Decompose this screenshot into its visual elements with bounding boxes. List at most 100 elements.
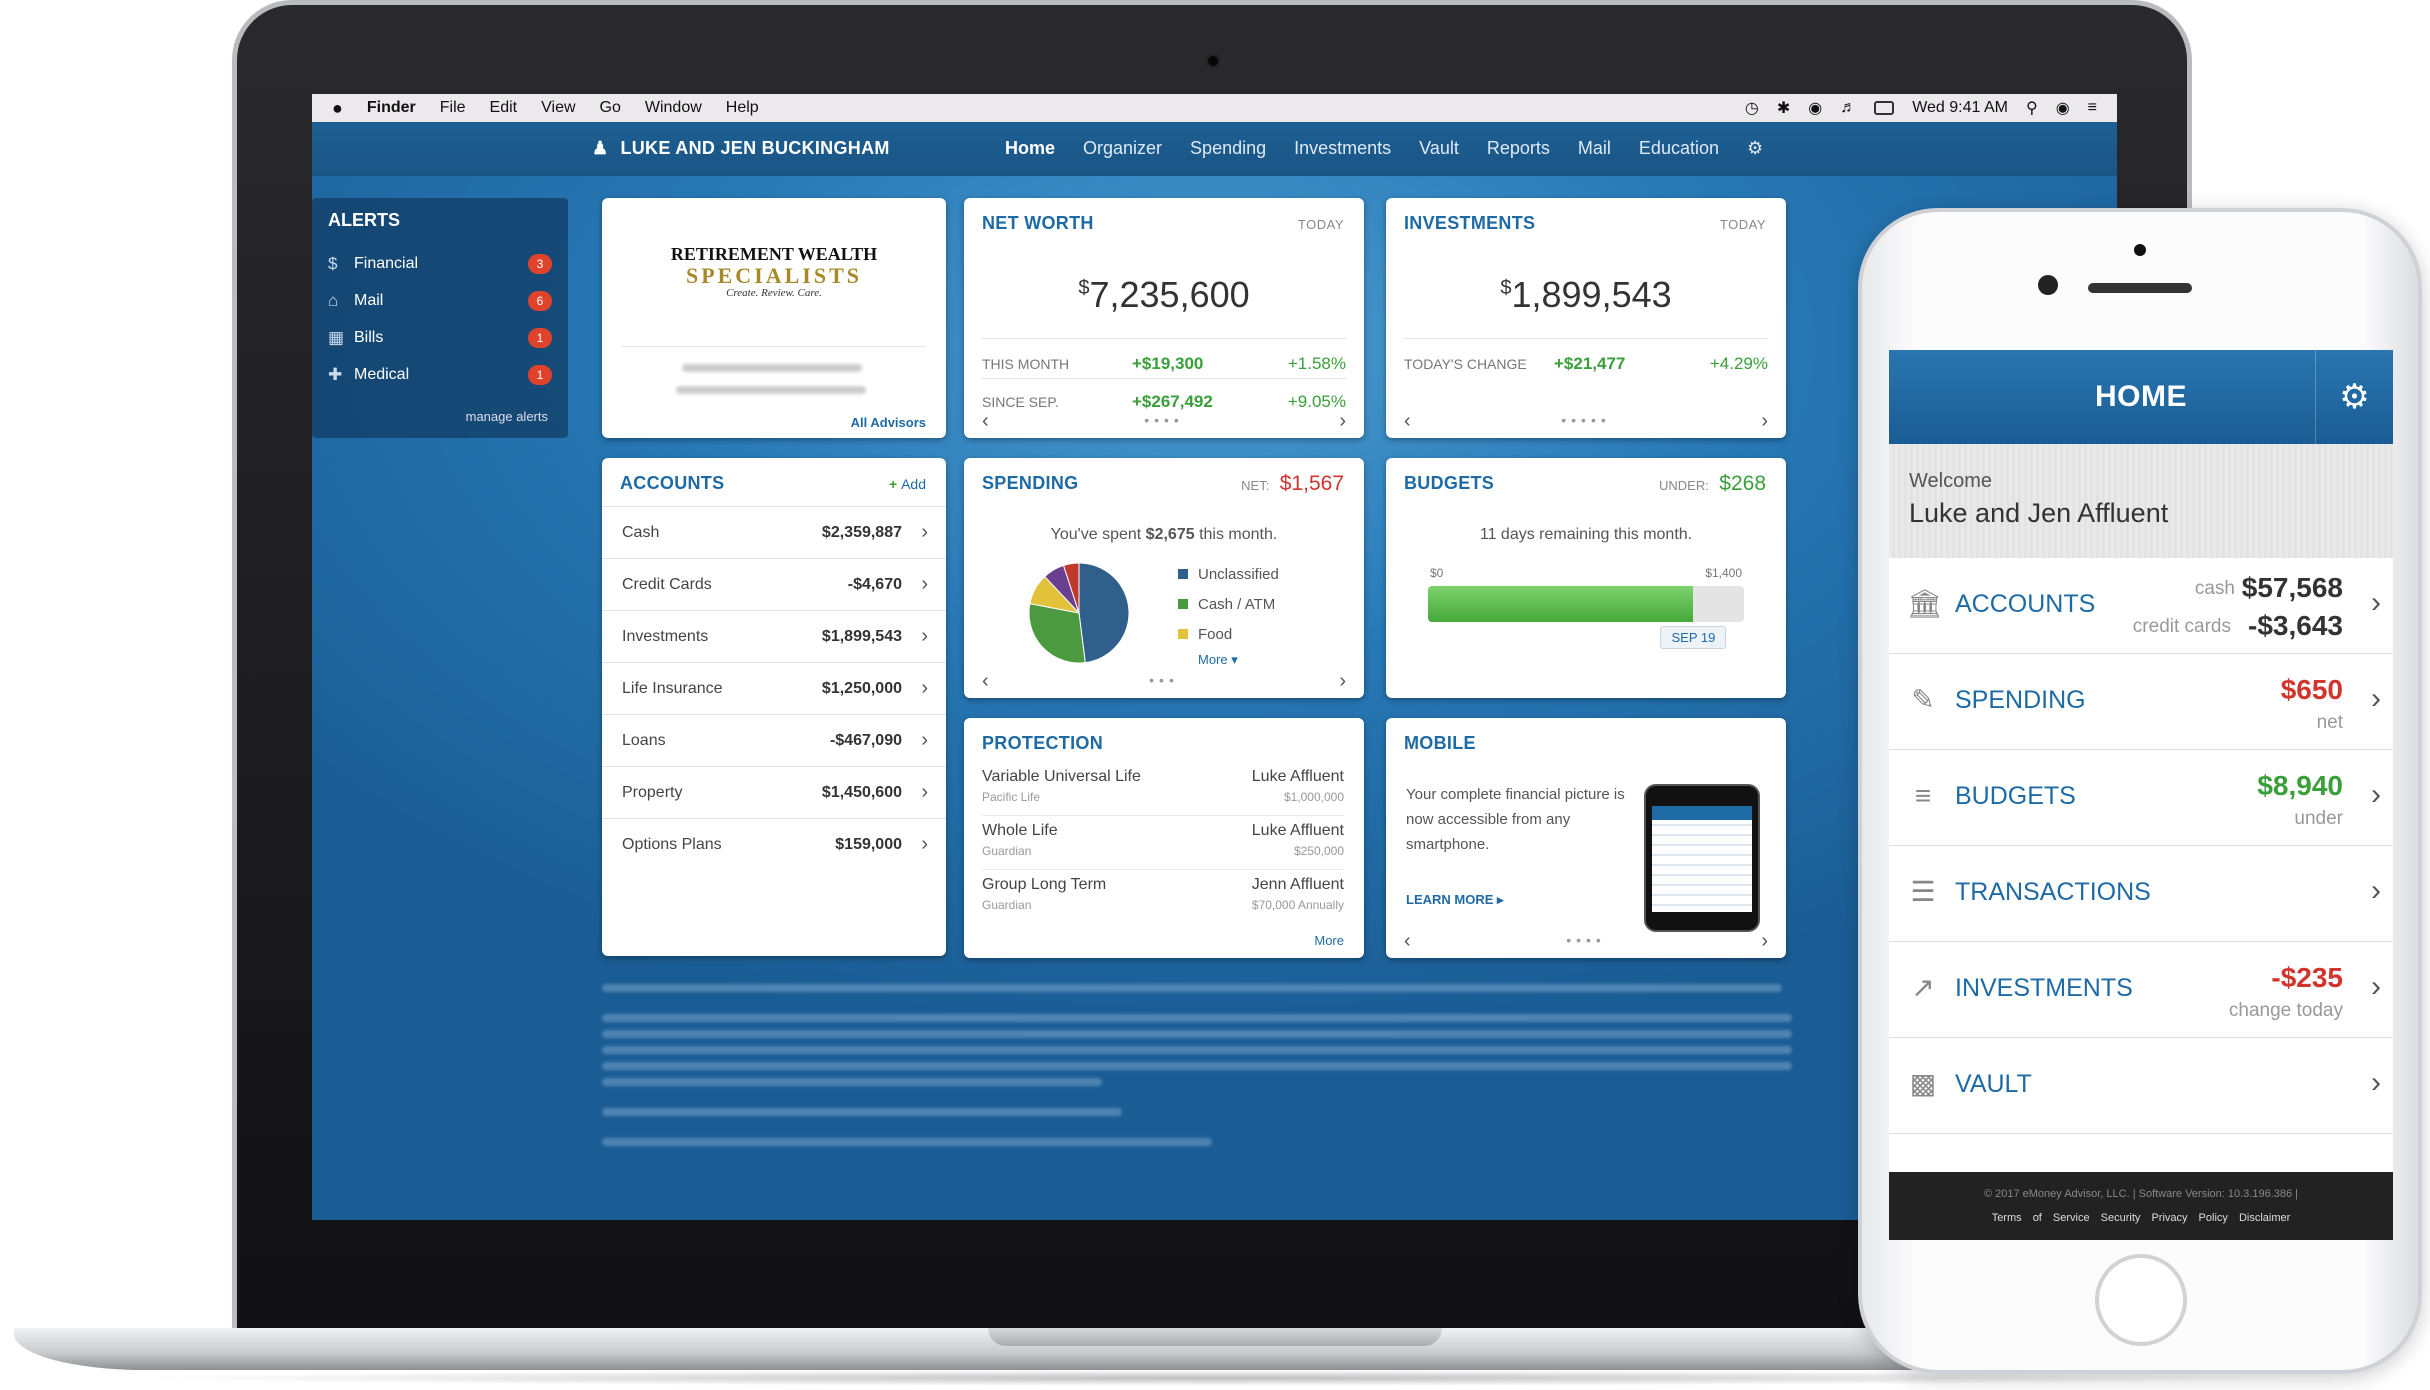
phone-row-label: VAULT (1955, 1070, 2032, 1098)
accounts-card: ACCOUNTS + Add Cash $2,359,887 › Credit Car… (602, 458, 946, 956)
phone-row-transactions[interactable]: ☰ TRANSACTIONS › (1889, 846, 2393, 942)
net-worth-card[interactable]: NET WORTH TODAY $7,235,600 THIS MONTH +$… (964, 198, 1364, 438)
menu-window[interactable]: Window (645, 99, 702, 117)
smartphone-header (1652, 806, 1752, 820)
policy-row[interactable]: Variable Universal Life Pacific Life Luk… (982, 762, 1344, 816)
menu-file[interactable]: File (440, 99, 466, 117)
spending-card[interactable]: SPENDING NET: $1,567 You've spent $2,675… (964, 458, 1364, 698)
account-row-credit-cards[interactable]: Credit Cards -$4,670 › (602, 558, 946, 610)
account-row-investments[interactable]: Investments $1,899,543 › (602, 610, 946, 662)
bluetooth-icon[interactable]: ✱ (1777, 98, 1790, 118)
investments-title: INVESTMENTS (1404, 213, 1536, 233)
next-chevron-icon[interactable]: › (1761, 930, 1768, 953)
blur-line (602, 1062, 1792, 1070)
phone-row-accounts[interactable]: 🏛 ACCOUNTS › cash $57,568 credit cards -$3,643 (1889, 558, 2393, 654)
account-row-property[interactable]: Property $1,450,600 › (602, 766, 946, 818)
laptop-notch (988, 1328, 1442, 1346)
phone-row-investments[interactable]: ↗ INVESTMENTS › -$235 change today (1889, 942, 2393, 1038)
menubar-clock[interactable]: Wed 9:41 AM (1912, 99, 2008, 117)
spending-legend: Unclassified Cash / ATM Food More ▾ (1178, 560, 1279, 670)
smartphone-illustration (1644, 784, 1760, 932)
alert-medical[interactable]: ✚ Medical 1 (328, 356, 552, 393)
mobile-learn-more-link[interactable]: LEARN MORE ▸ (1406, 892, 1504, 908)
chevron-right-icon: › (921, 833, 928, 855)
add-account-button[interactable]: + Add (889, 476, 926, 492)
battery-icon[interactable] (1874, 101, 1895, 115)
account-value: $1,250,000 (821, 679, 902, 697)
legend-more-link[interactable]: More ▾ (1178, 650, 1279, 670)
phone-row-label: TRANSACTIONS (1955, 878, 2151, 906)
phone-row-vault[interactable]: ▩ VAULT › (1889, 1038, 2393, 1134)
account-row-cash[interactable]: Cash $2,359,887 › (602, 506, 946, 558)
dollar-icon: $ (328, 253, 338, 273)
protection-card[interactable]: PROTECTION Variable Universal Life Pacif… (964, 718, 1364, 958)
account-row-options-plans[interactable]: Options Plans $159,000 › (602, 818, 946, 870)
time-machine-icon[interactable]: ◷ (1745, 98, 1759, 118)
spotlight-icon[interactable]: ⚲ (2026, 98, 2038, 118)
nav-organizer[interactable]: Organizer (1083, 138, 1162, 159)
user-profile[interactable]: ♟ LUKE AND JEN BUCKINGHAM (592, 138, 890, 159)
policy-carrier: Guardian (982, 898, 1032, 912)
phone-settings-gear-icon[interactable]: ⚙ (2315, 350, 2393, 444)
advisor-logo[interactable]: RETIREMENT WEALTH SPECIALISTS Create. Re… (602, 244, 946, 299)
manage-alerts-link[interactable]: manage alerts (466, 409, 548, 424)
alert-label: Financial (354, 254, 419, 272)
settings-gear-icon[interactable]: ⚙ (1747, 138, 1763, 159)
alert-mail[interactable]: ⌂ Mail 6 (328, 282, 552, 319)
all-advisors-link[interactable]: All Advisors (851, 415, 926, 430)
next-chevron-icon[interactable]: › (1761, 410, 1768, 433)
alert-label: Bills (354, 328, 384, 346)
policy-owner: Luke Affluent (1251, 768, 1344, 785)
phone-sensor (2134, 244, 2146, 256)
nav-investments[interactable]: Investments (1294, 138, 1391, 159)
net-worth-pager: ‹ •••• › (982, 410, 1346, 433)
mobile-promo-card[interactable]: MOBILE Your complete financial picture i… (1386, 718, 1786, 958)
nav-home[interactable]: Home (1005, 138, 1055, 159)
phone-home-button[interactable] (2095, 1254, 2187, 1346)
next-chevron-icon[interactable]: › (1339, 410, 1346, 433)
nav-vault[interactable]: Vault (1419, 138, 1459, 159)
protection-more-link[interactable]: More (1314, 933, 1344, 948)
footer-links[interactable]: Terms of Service Security Privacy Policy… (1889, 1212, 2393, 1224)
welcome-name: Luke and Jen Affluent (1909, 498, 2169, 528)
account-row-life-insurance[interactable]: Life Insurance $1,250,000 › (602, 662, 946, 714)
nav-education[interactable]: Education (1639, 138, 1719, 159)
policy-row[interactable]: Whole Life Guardian Luke Affluent $250,0… (982, 816, 1344, 870)
budgets-card[interactable]: BUDGETS UNDER: $268 11 days remaining th… (1386, 458, 1786, 698)
advisor-contact-blurred (622, 346, 926, 347)
blur-line (602, 1078, 1102, 1086)
policy-row[interactable]: Group Long Term Guardian Jenn Affluent $… (982, 870, 1344, 924)
next-chevron-icon[interactable]: › (1339, 670, 1346, 693)
menu-help[interactable]: Help (726, 99, 759, 117)
investments-card[interactable]: INVESTMENTS TODAY $1,899,543 TODAY'S CHA… (1386, 198, 1786, 438)
net-label: NET: (1241, 478, 1270, 493)
wifi-icon[interactable]: ◉ (1808, 98, 1822, 118)
siri-icon[interactable]: ◉ (2056, 98, 2070, 118)
alert-count-badge: 1 (528, 364, 552, 385)
apple-icon[interactable]: ● (332, 98, 343, 119)
budgets-title: BUDGETS (1404, 473, 1495, 493)
alert-financial[interactable]: $ Financial 3 (328, 245, 552, 282)
nav-reports[interactable]: Reports (1487, 138, 1550, 159)
legend-item-food: Food (1178, 620, 1279, 650)
row-sublabel: under (2294, 808, 2343, 829)
net-worth-month-row: THIS MONTH +$19,300 +1.58% (982, 354, 1346, 373)
account-row-loans[interactable]: Loans -$467,090 › (602, 714, 946, 766)
notification-center-icon[interactable]: ≡ (2088, 99, 2097, 117)
menu-edit[interactable]: Edit (490, 99, 518, 117)
phone-row-budgets[interactable]: ≡ BUDGETS › $8,940 under (1889, 750, 2393, 846)
phone-row-spending[interactable]: ✎ SPENDING › $650 net (1889, 654, 2393, 750)
volume-icon[interactable]: ♬ (1840, 99, 1856, 117)
row-change-percent: +9.05% (1287, 392, 1346, 411)
net-worth-value: $7,235,600 (964, 274, 1364, 316)
spending-pie-chart[interactable] (1024, 558, 1134, 668)
menu-finder[interactable]: Finder (367, 99, 416, 117)
alert-bills[interactable]: ▦ Bills 1 (328, 319, 552, 356)
nav-spending[interactable]: Spending (1190, 138, 1266, 159)
menu-view[interactable]: View (541, 99, 575, 117)
nav-mail[interactable]: Mail (1578, 138, 1611, 159)
pie-slice[interactable] (1078, 562, 1130, 664)
menu-go[interactable]: Go (600, 99, 621, 117)
policy-name: Variable Universal Life (982, 768, 1141, 785)
blur-line (602, 1030, 1792, 1038)
